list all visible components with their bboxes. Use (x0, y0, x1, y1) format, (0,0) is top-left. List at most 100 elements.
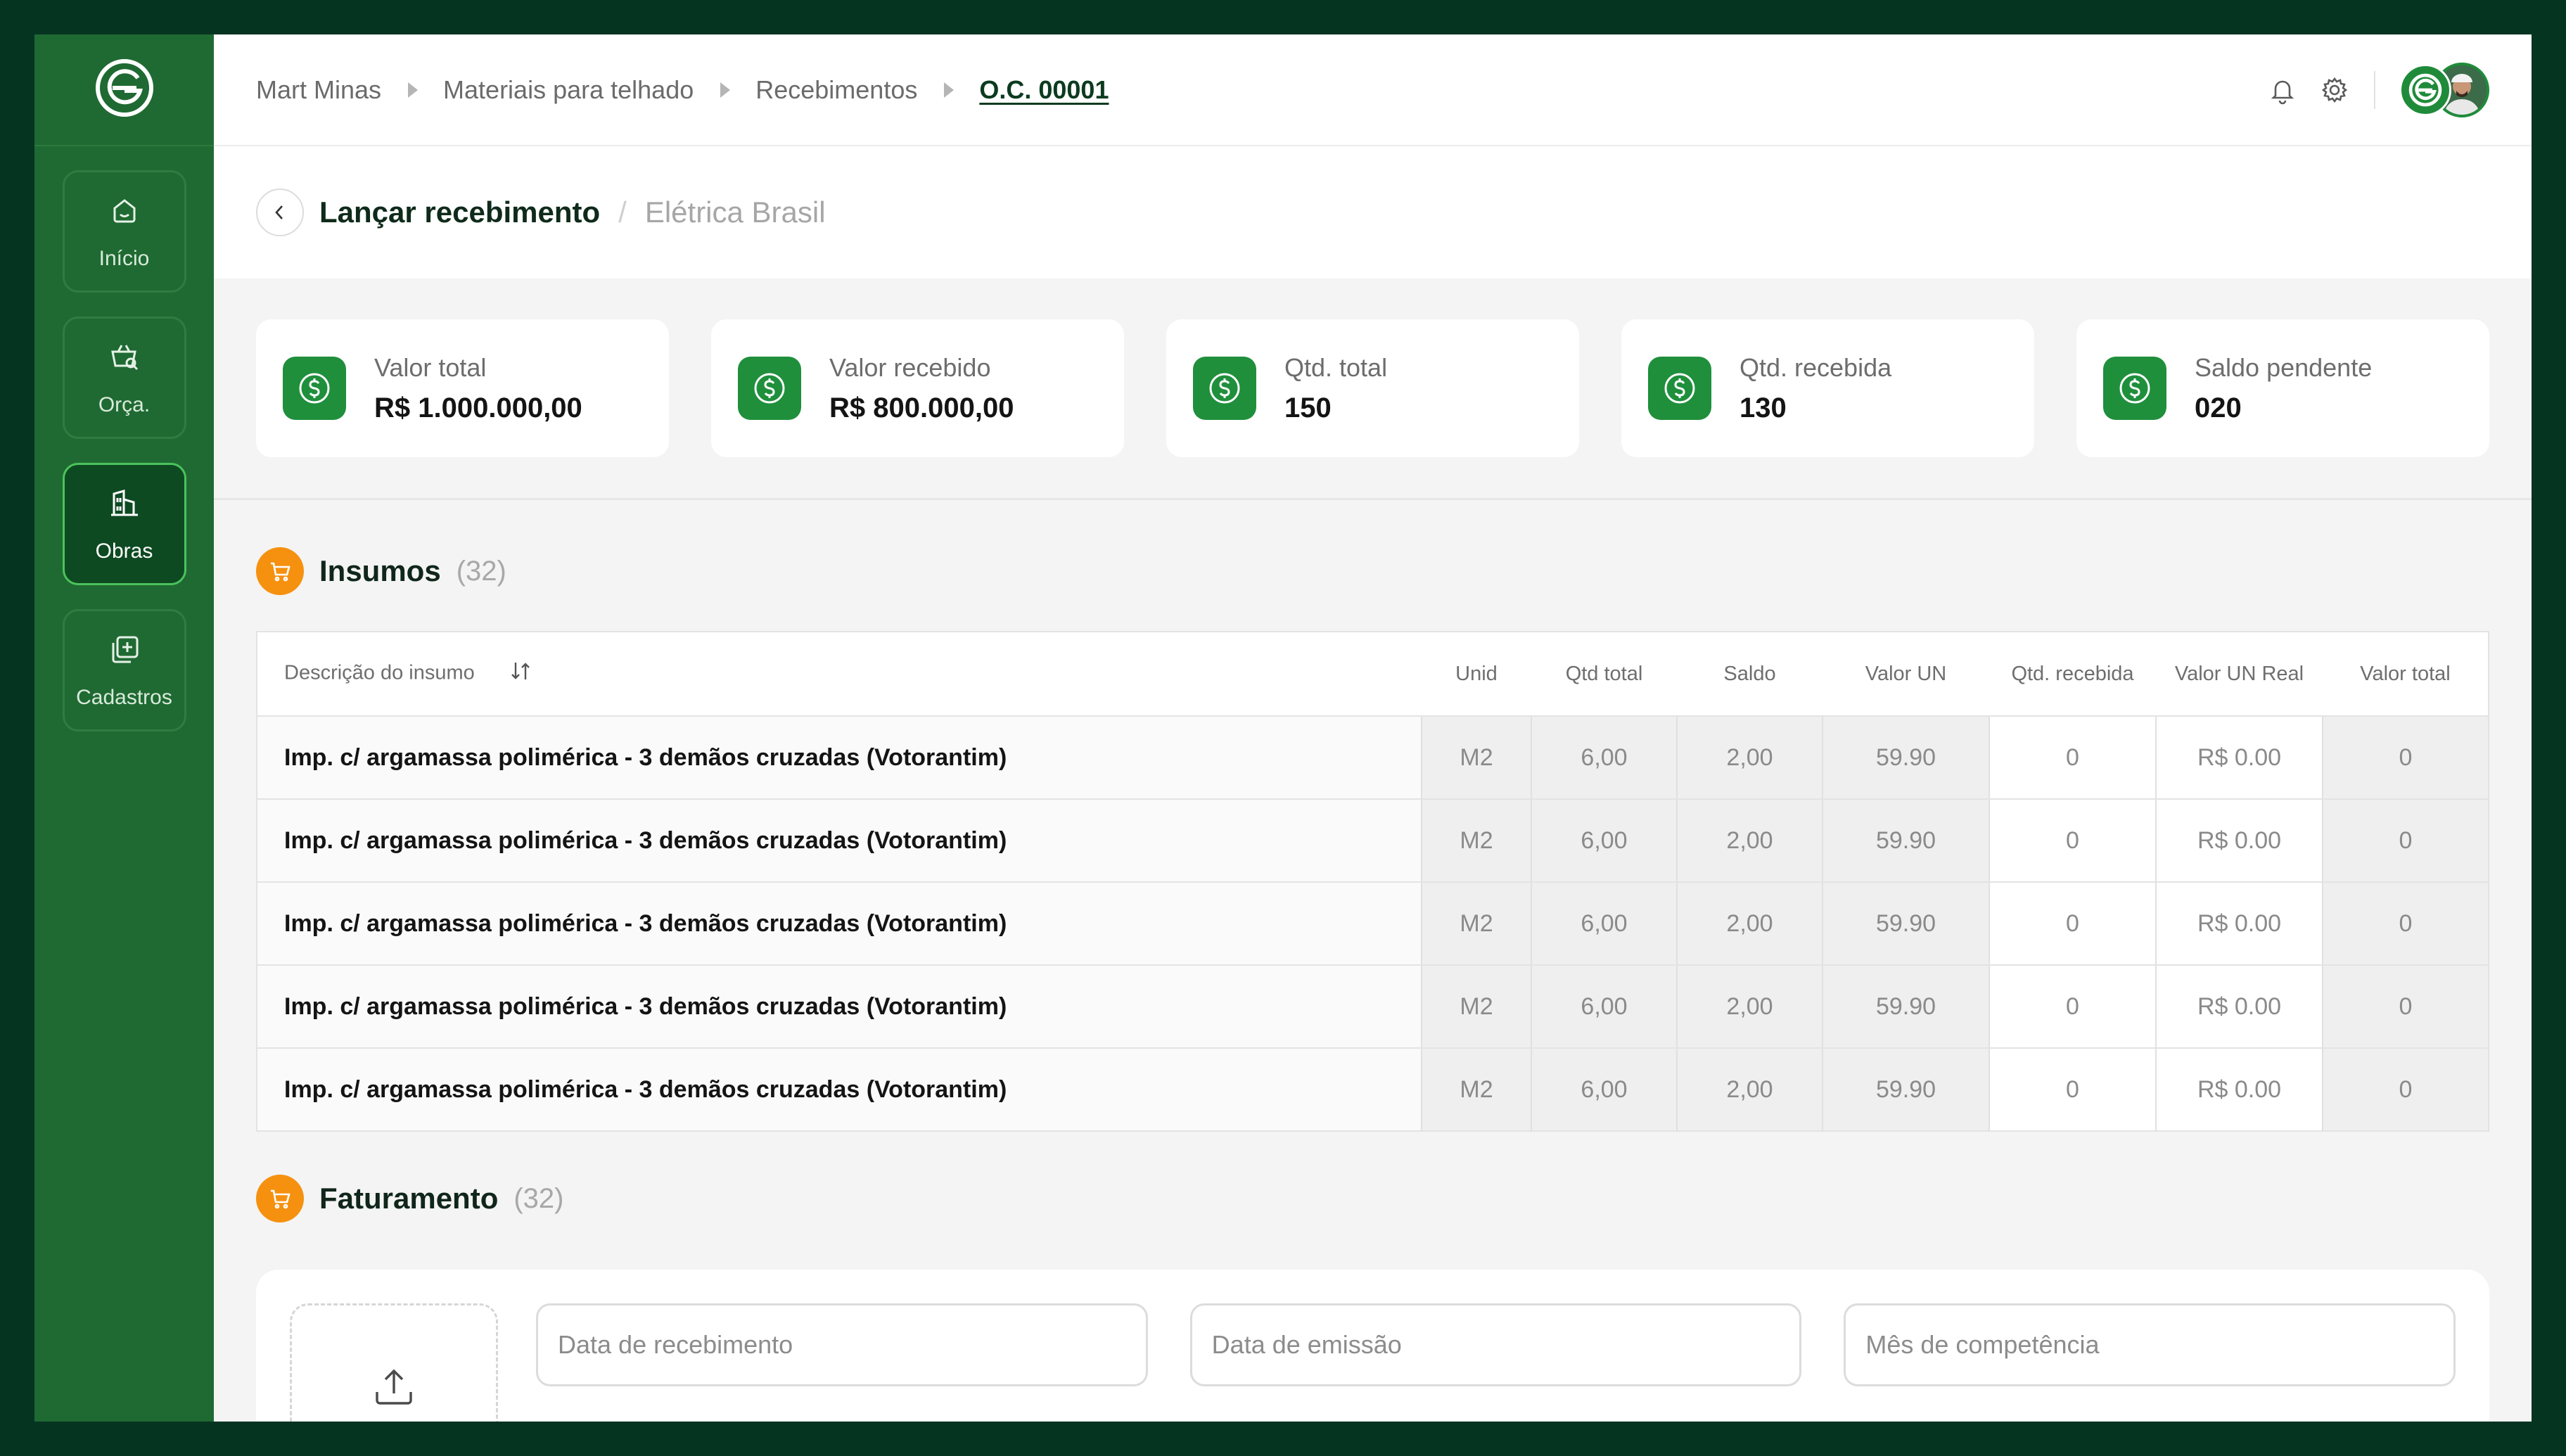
data-emissao-field[interactable] (1189, 1303, 1802, 1386)
section-title: Faturamento (319, 1182, 499, 1215)
breadcrumb-current[interactable]: O.C. 00001 (979, 75, 1109, 105)
column-header[interactable]: Valor total (2323, 632, 2489, 717)
column-header-label: Descrição do insumo (284, 661, 475, 684)
stat-value: R$ 800.000,00 (829, 392, 1014, 423)
cell-unid: M2 (1422, 799, 1532, 883)
cell-valor-un-real-input[interactable]: R$ 0.00 (2156, 965, 2323, 1049)
data-recebimento-input[interactable] (558, 1330, 1146, 1360)
cell-valor-un-real-input[interactable]: R$ 0.00 (2156, 882, 2323, 966)
stat-card-valor-recebido: Valor recebido R$ 800.000,00 (711, 319, 1124, 457)
cell-valor-total: 0 (2323, 799, 2489, 883)
insumos-section: Insumos (32) Descrição do insumo Unid Qt… (214, 500, 2532, 1132)
table-header-row: Descrição do insumo Unid Qtd total Saldo (257, 632, 2489, 717)
stat-value: 130 (1740, 392, 1787, 423)
basket-search-icon (107, 339, 142, 378)
buildings-icon (107, 485, 142, 524)
bell-icon[interactable] (2267, 75, 2298, 106)
stat-value: 150 (1284, 392, 1332, 423)
sidebar-item-label: Cadastros (76, 685, 172, 709)
page-title: Lançar recebimento (319, 196, 601, 229)
account-menu[interactable] (2399, 62, 2489, 117)
cell-descricao: Imp. c/ argamassa polimérica - 3 demãos … (257, 799, 1422, 883)
title-separator: / (618, 196, 627, 229)
sort-icon[interactable] (509, 660, 532, 688)
column-header[interactable]: Qtd. recebida (1989, 632, 2156, 717)
column-header[interactable]: Descrição do insumo (257, 632, 1422, 717)
cell-valor-un: 59.90 (1823, 965, 1990, 1049)
column-header[interactable]: Qtd total (1531, 632, 1677, 717)
cell-valor-un-real-input[interactable]: R$ 0.00 (2156, 799, 2323, 883)
column-header[interactable]: Valor UN Real (2156, 632, 2323, 717)
cell-qtd-recebida-input[interactable]: 0 (1989, 716, 2157, 800)
column-header[interactable]: Unid (1422, 632, 1531, 717)
breadcrumb-item[interactable]: Mart Minas (256, 75, 381, 105)
table-row: Imp. c/ argamassa polimérica - 3 demãos … (257, 882, 2489, 966)
top-actions (2246, 62, 2489, 117)
stat-card-qtd-total: Qtd. total 150 (1166, 319, 1579, 457)
cell-valor-un-real-input[interactable]: R$ 0.00 (2156, 716, 2323, 800)
company-logo-icon (2399, 63, 2451, 116)
cell-saldo: 2,00 (1677, 965, 1823, 1049)
stat-label: Qtd. total (1284, 352, 1388, 382)
cell-qtd-recebida-input[interactable]: 0 (1989, 965, 2157, 1049)
app-frame: Início Orça. Obras Cadastros Mart Minas … (34, 34, 2532, 1422)
cell-valor-un: 59.90 (1823, 1048, 1990, 1131)
sidebar-item-orca[interactable]: Orça. (62, 317, 186, 439)
cell-saldo: 2,00 (1677, 1048, 1823, 1131)
cell-qtd-total: 6,00 (1531, 799, 1678, 883)
stat-label: Saldo pendente (2195, 352, 2373, 382)
top-bar: Mart Minas Materiais para telhado Recebi… (214, 34, 2532, 146)
section-header: Faturamento (32) (256, 1167, 2489, 1230)
stat-value: R$ 1.000.000,00 (374, 392, 582, 423)
insumos-table: Descrição do insumo Unid Qtd total Saldo (256, 631, 2489, 1132)
cell-unid: M2 (1422, 882, 1532, 966)
cell-valor-un-real-input[interactable]: R$ 0.00 (2156, 1048, 2323, 1131)
cell-unid: M2 (1422, 716, 1532, 800)
sidebar-item-label: Orça. (98, 392, 151, 416)
sidebar-item-obras[interactable]: Obras (62, 463, 186, 585)
gear-icon[interactable] (2319, 75, 2350, 106)
section-title: Insumos (319, 554, 441, 587)
breadcrumb-item[interactable]: Recebimentos (755, 75, 917, 105)
brand-logo-icon[interactable] (94, 58, 155, 122)
dollar-icon (1193, 357, 1256, 420)
data-recebimento-field[interactable] (536, 1303, 1148, 1386)
cart-icon (256, 1175, 304, 1222)
cell-qtd-recebida-input[interactable]: 0 (1989, 1048, 2157, 1131)
cell-unid: M2 (1422, 1048, 1532, 1131)
sidebar-item-cadastros[interactable]: Cadastros (62, 609, 186, 732)
sidebar-item-inicio[interactable]: Início (62, 170, 186, 293)
column-header[interactable]: Saldo (1677, 632, 1823, 717)
dollar-icon (1648, 357, 1711, 420)
chevron-left-icon (275, 205, 283, 219)
breadcrumb-separator-icon (408, 82, 419, 98)
cell-qtd-total: 6,00 (1531, 965, 1678, 1049)
cell-descricao: Imp. c/ argamassa polimérica - 3 demãos … (257, 1048, 1422, 1131)
cell-saldo: 2,00 (1677, 882, 1823, 966)
cell-valor-total: 0 (2323, 882, 2489, 966)
data-emissao-input[interactable] (1211, 1330, 1800, 1360)
mes-competencia-input[interactable] (1865, 1330, 2454, 1360)
mes-competencia-field[interactable] (1844, 1303, 2456, 1386)
breadcrumb: Mart Minas Materiais para telhado Recebi… (256, 75, 1109, 105)
stat-value: 020 (2195, 392, 2242, 423)
cell-saldo: 2,00 (1677, 716, 1823, 800)
cell-qtd-recebida-input[interactable]: 0 (1989, 799, 2157, 883)
cell-valor-un: 59.90 (1823, 799, 1990, 883)
stat-label: Qtd. recebida (1740, 352, 1892, 382)
cell-qtd-recebida-input[interactable]: 0 (1989, 882, 2157, 966)
back-button[interactable] (256, 189, 304, 236)
divider (2374, 70, 2375, 109)
column-header[interactable]: Valor UN (1823, 632, 1989, 717)
main-content: Mart Minas Materiais para telhado Recebi… (214, 34, 2532, 1422)
cell-valor-total: 0 (2323, 716, 2489, 800)
logo-area (34, 34, 214, 146)
cell-qtd-total: 6,00 (1531, 1048, 1678, 1131)
upload-dropzone[interactable] (290, 1303, 498, 1422)
stats-row: Valor total R$ 1.000.000,00 Valor recebi… (214, 279, 2532, 500)
stat-label: Valor recebido (829, 352, 991, 382)
table-row: Imp. c/ argamassa polimérica - 3 demãos … (257, 716, 2489, 800)
home-icon (107, 193, 142, 231)
cell-descricao: Imp. c/ argamassa polimérica - 3 demãos … (257, 965, 1422, 1049)
breadcrumb-item[interactable]: Materiais para telhado (443, 75, 694, 105)
